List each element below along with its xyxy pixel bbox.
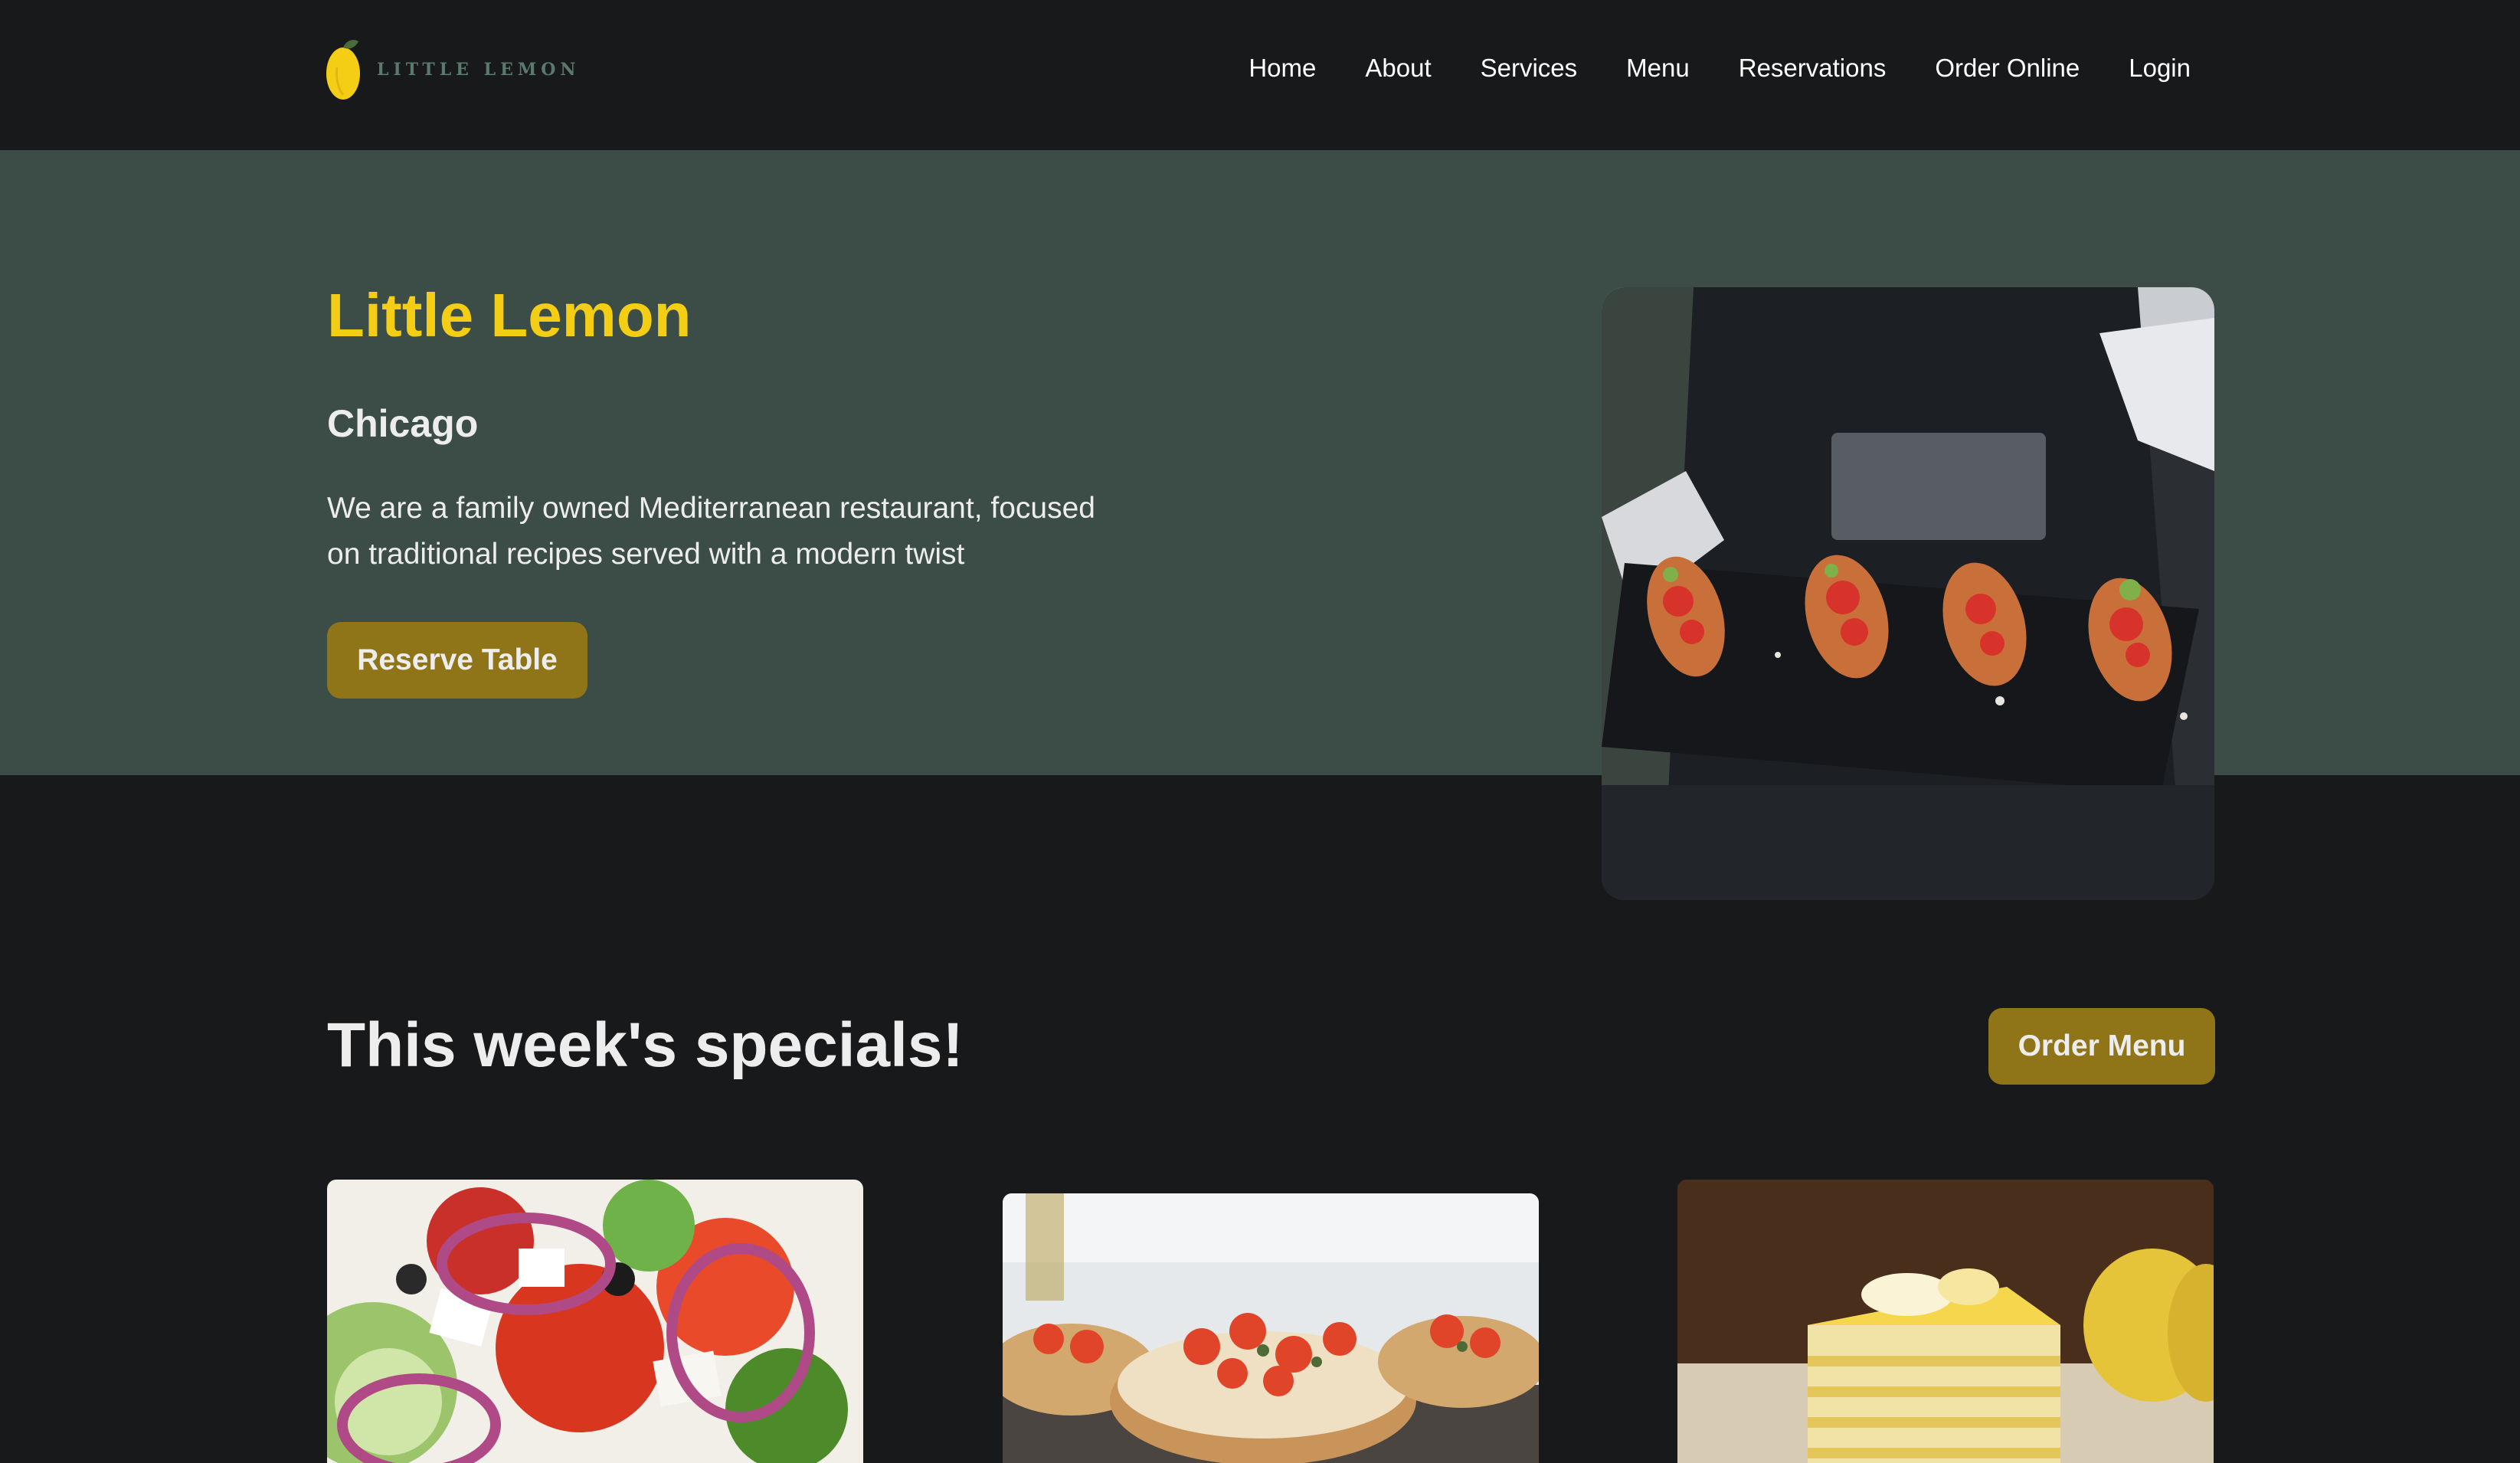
main-nav: Home About Services Menu Reservations Or… xyxy=(1199,54,2191,83)
nav-link-order-online[interactable]: Order Online xyxy=(1935,54,2080,83)
hero-description: We are a family owned Mediterranean rest… xyxy=(327,492,1095,571)
hero-image xyxy=(1602,287,2214,900)
nav-link-reservations[interactable]: Reservations xyxy=(1739,54,1887,83)
hero-subtitle: Chicago xyxy=(327,402,479,445)
nav-link-menu[interactable]: Menu xyxy=(1626,54,1690,83)
nav-link-services[interactable]: Services xyxy=(1481,54,1578,83)
specials-title: This week's specials! xyxy=(327,1010,964,1080)
logo[interactable]: LITTLE LEMON xyxy=(325,37,580,103)
logo-text: LITTLE LEMON xyxy=(377,60,581,80)
reserve-table-button[interactable]: Reserve Table xyxy=(327,622,587,699)
nav-link-home[interactable]: Home xyxy=(1249,54,1316,83)
lemon-dessert-image[interactable] xyxy=(1677,1180,2214,1463)
greek-salad-image[interactable] xyxy=(327,1180,863,1463)
lemon-logo-icon xyxy=(326,40,360,100)
order-menu-button[interactable]: Order Menu xyxy=(1988,1008,2215,1085)
bruschetta-image[interactable] xyxy=(1003,1193,1539,1463)
nav-link-about[interactable]: About xyxy=(1365,54,1431,83)
nav-link-login[interactable]: Login xyxy=(2129,54,2191,83)
site-header: LITTLE LEMON Home About Services Menu Re… xyxy=(0,0,2520,150)
hero-title: Little Lemon xyxy=(327,281,692,349)
